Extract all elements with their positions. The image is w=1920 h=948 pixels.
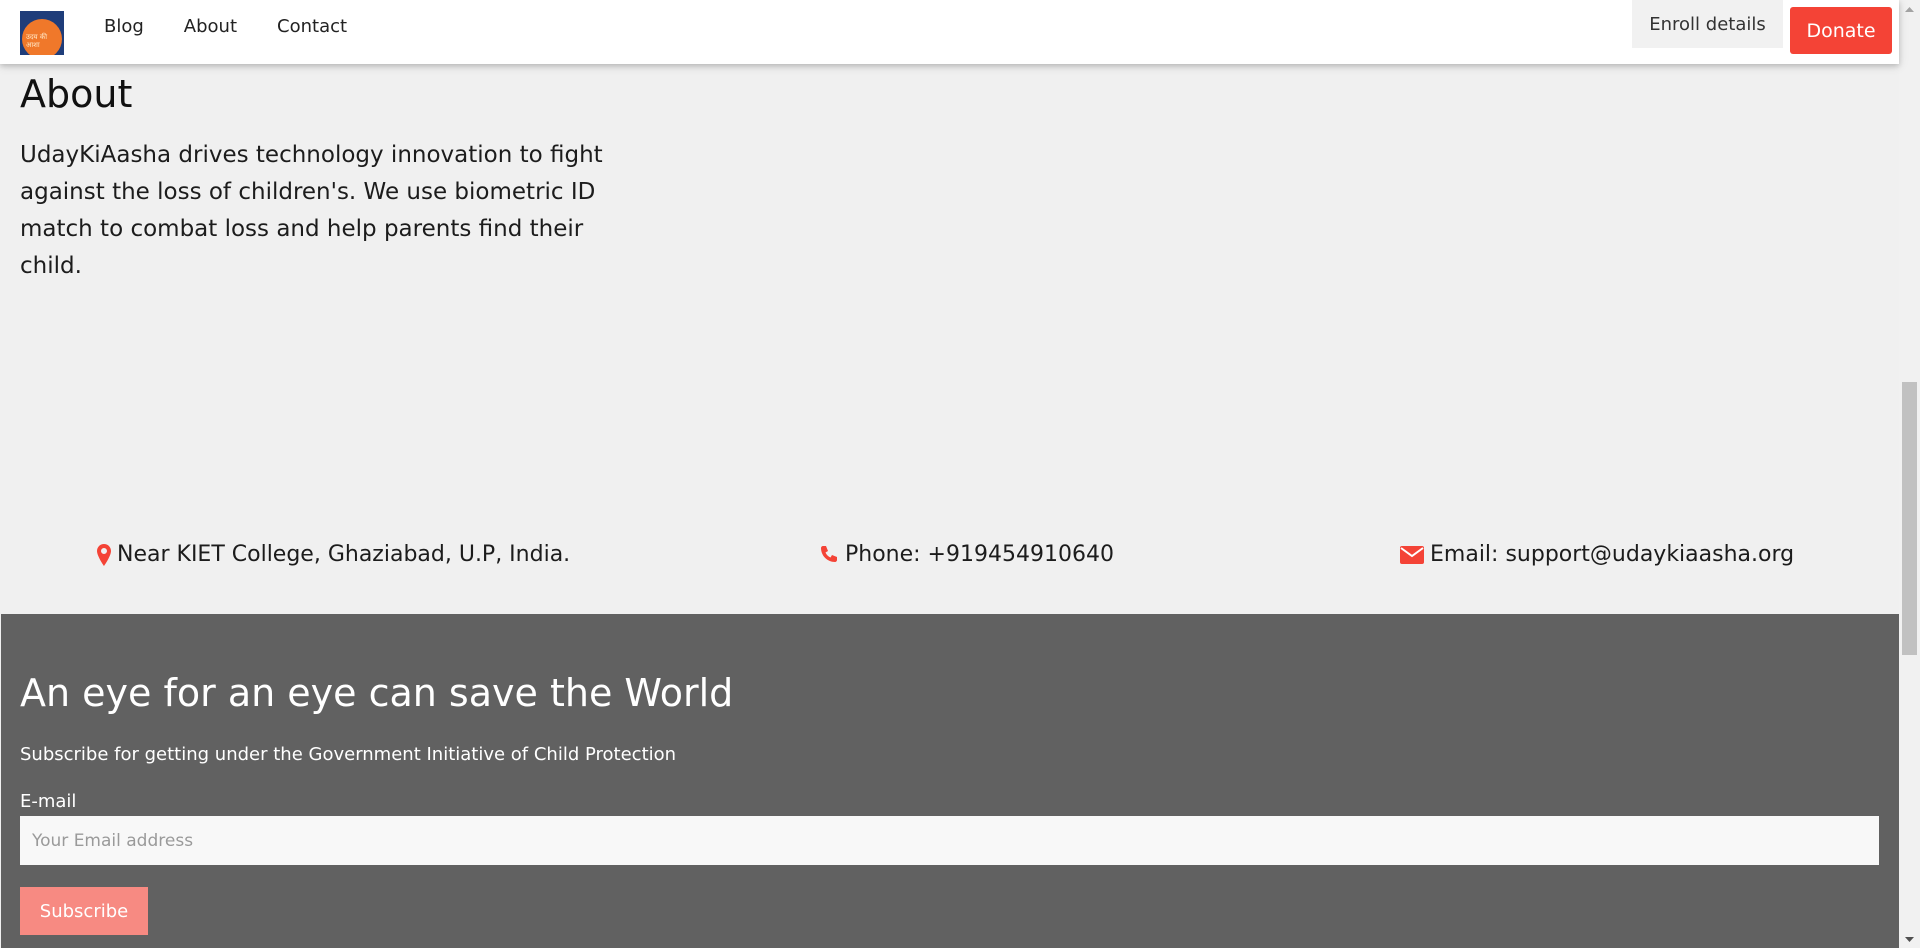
- map-marker-icon: [97, 543, 111, 566]
- site-logo[interactable]: उदय की आशा: [20, 11, 64, 55]
- logo-text: उदय की आशा: [26, 33, 48, 49]
- nav-link-contact[interactable]: Contact: [257, 16, 367, 37]
- contact-email: Email: support@udaykiaasha.org: [1400, 542, 1794, 567]
- scroll-down-arrow-icon[interactable]: [1899, 931, 1920, 948]
- about-description: UdayKiAasha drives technology innovation…: [20, 142, 603, 279]
- email-text[interactable]: Email: support@udaykiaasha.org: [1430, 542, 1794, 567]
- email-input[interactable]: [20, 816, 1879, 865]
- donate-button[interactable]: Donate: [1790, 7, 1892, 54]
- enroll-details-button[interactable]: Enroll details: [1632, 0, 1783, 48]
- scroll-up-arrow-icon[interactable]: [1899, 0, 1920, 17]
- phone-text[interactable]: Phone: +919454910640: [845, 542, 1114, 567]
- page: उदय की आशा Blog About Contact Enroll det…: [0, 0, 1920, 948]
- subscribe-footer: An eye for an eye can save the World Sub…: [1, 614, 1899, 948]
- contact-address: Near KIET College, Ghaziabad, U.P, India…: [97, 542, 570, 567]
- phone-icon: [821, 545, 837, 562]
- footer-heading: An eye for an eye can save the World: [20, 671, 734, 715]
- nav-link-blog[interactable]: Blog: [84, 16, 164, 37]
- nav-links: Blog About Contact: [84, 0, 367, 52]
- about-heading: About: [20, 72, 133, 116]
- vertical-scrollbar[interactable]: [1899, 0, 1920, 948]
- address-text: Near KIET College, Ghaziabad, U.P, India…: [117, 542, 571, 567]
- scrollbar-thumb[interactable]: [1902, 382, 1917, 655]
- nav-link-about[interactable]: About: [164, 16, 257, 37]
- contact-phone: Phone: +919454910640: [819, 542, 1114, 567]
- footer-subtitle: Subscribe for getting under the Governme…: [20, 744, 677, 765]
- envelope-icon: [1400, 545, 1424, 564]
- subscribe-button[interactable]: Subscribe: [20, 887, 148, 935]
- top-navbar: उदय की आशा Blog About Contact Enroll det…: [0, 0, 1899, 64]
- email-label: E-mail: [20, 791, 77, 812]
